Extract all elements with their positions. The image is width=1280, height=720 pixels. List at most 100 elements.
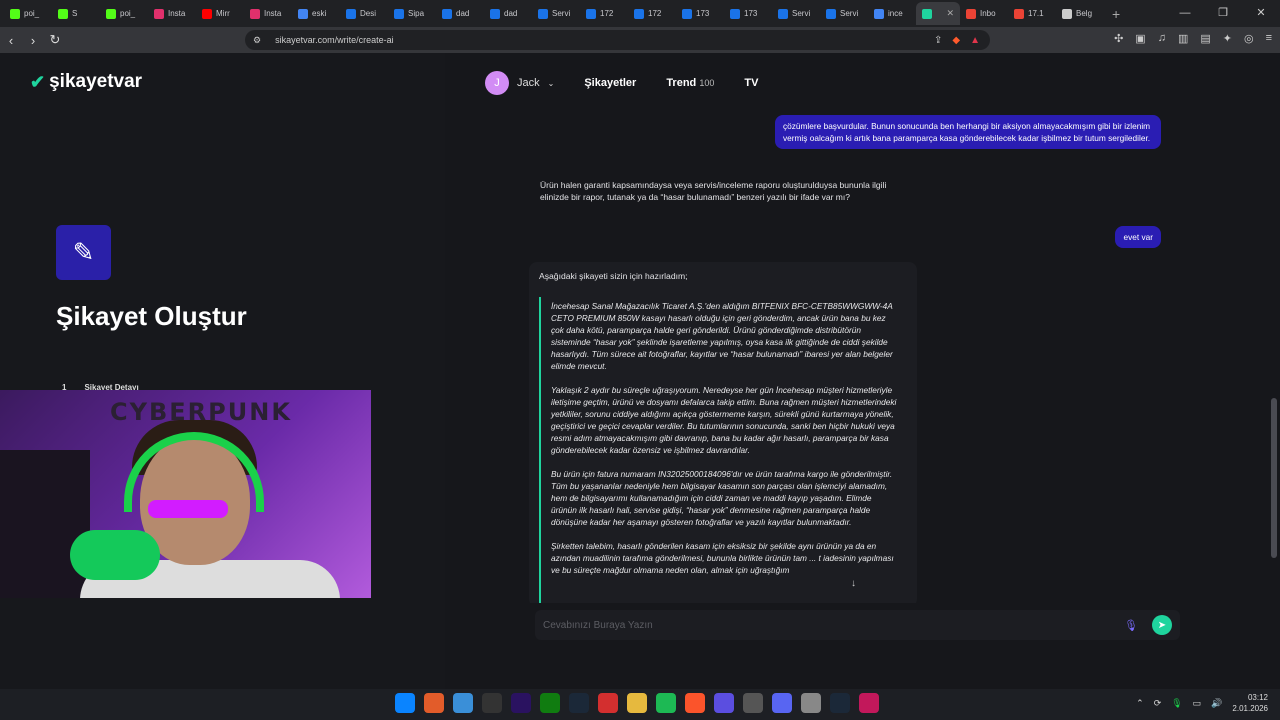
brave-rewards-icon[interactable]: ▲ (970, 35, 980, 46)
browser-tab[interactable]: eski (292, 2, 340, 25)
screenshot-icon[interactable]: ▣ (1135, 32, 1145, 45)
chat-messages: çözümlere başvurdular. Bunun sonucunda b… (445, 113, 1265, 603)
sync-icon[interactable]: ⟳ (1154, 698, 1162, 709)
steam-icon[interactable] (569, 693, 589, 713)
system-tray: ⌃ ⟳ 🎙 ▭ 🔊 03:12 2.01.2026 (1136, 693, 1268, 715)
send-button[interactable]: ➤ (1152, 615, 1172, 635)
minimize-icon[interactable]: — (1166, 0, 1204, 27)
epic-games-icon[interactable] (482, 693, 502, 713)
browser-tab[interactable]: Servi (532, 2, 580, 25)
browser-tab[interactable]: poi_ (4, 2, 52, 25)
back-icon[interactable]: ‹ (0, 33, 22, 48)
leo-ai-icon[interactable]: ✦ (1223, 32, 1232, 45)
nav-trend[interactable]: Trend 100 (666, 77, 714, 89)
browser-tab[interactable]: ince (868, 2, 916, 25)
scroll-down-icon[interactable]: ↓ (851, 578, 856, 589)
tab-favicon-icon (10, 8, 20, 19)
app-icon[interactable] (859, 693, 879, 713)
brave-icon[interactable] (685, 693, 705, 713)
spotify-icon[interactable] (656, 693, 676, 713)
forward-icon[interactable]: › (22, 33, 44, 48)
tab-label: Servi (552, 9, 571, 18)
tab-label: poi_ (24, 9, 40, 18)
microphone-icon[interactable]: 🎙 (1124, 619, 1138, 632)
browser-tab[interactable]: Inbo (960, 2, 1008, 25)
browser-tab[interactable]: ✕ (916, 2, 960, 25)
premiere-pro-icon[interactable] (511, 693, 531, 713)
browser-tab[interactable]: Sipa (388, 2, 436, 25)
windows-start-icon[interactable] (395, 693, 415, 713)
browser-tab[interactable]: 172 (580, 2, 628, 25)
site-info-icon[interactable]: ⚙ (253, 35, 261, 46)
app-icon[interactable] (598, 693, 618, 713)
browser-tab[interactable]: poi_ (100, 2, 148, 25)
user-menu[interactable]: J Jack ⌄ (485, 71, 554, 95)
extensions-icon[interactable]: ✣ (1114, 32, 1123, 45)
menu-icon[interactable]: ≡ (1266, 32, 1272, 45)
wallet-icon[interactable]: ▤ (1200, 32, 1210, 45)
url-text: sikayetvar.com/write/create-ai (275, 35, 394, 45)
reload-icon[interactable]: ↻ (44, 32, 66, 48)
draft-paragraph: İncehesap Sanal Mağazacılık Ticaret A.Ş.… (551, 301, 893, 372)
browser-tab[interactable]: S (52, 2, 100, 25)
browser-tab[interactable]: Servi (772, 2, 820, 25)
site-logo[interactable]: ✔ şikayetvar (30, 71, 142, 93)
browser-tab[interactable]: dad (484, 2, 532, 25)
browser-tab[interactable]: Insta (148, 2, 196, 25)
browser-tab[interactable]: Servi (820, 2, 868, 25)
share-icon[interactable]: ⇪ (934, 35, 942, 46)
tab-favicon-icon (874, 8, 884, 19)
tab-favicon-icon (586, 8, 596, 19)
tab-favicon-icon (922, 8, 932, 19)
maximize-icon[interactable]: ❐ (1204, 0, 1242, 27)
tab-label: Servi (792, 9, 811, 18)
clock[interactable]: 03:12 2.01.2026 (1232, 693, 1268, 715)
browser-tab[interactable]: 173 (676, 2, 724, 25)
brave-shield-icon[interactable]: ◆ (952, 35, 960, 46)
new-tab-icon[interactable]: + (1104, 6, 1128, 22)
discord-alt-icon[interactable] (743, 693, 763, 713)
sidebar-icon[interactable]: ▥ (1178, 32, 1188, 45)
browser-tab[interactable]: 17.1 (1008, 2, 1056, 25)
browser-tab[interactable]: Mirr (196, 2, 244, 25)
tab-label: 172 (648, 9, 662, 18)
app-icon[interactable] (424, 693, 444, 713)
draft-complaint[interactable]: İncehesap Sanal Mağazacılık Ticaret A.Ş.… (539, 297, 907, 603)
steam-icon[interactable] (830, 693, 850, 713)
tab-favicon-icon (442, 8, 452, 19)
browser-tab[interactable]: Belg (1056, 2, 1104, 25)
app-icon[interactable] (714, 693, 734, 713)
nav-trend-label: Trend (666, 77, 697, 89)
tab-label: 173 (696, 9, 710, 18)
tab-close-icon[interactable]: ✕ (946, 8, 954, 19)
scrollbar-thumb[interactable] (1271, 398, 1277, 558)
logo-check-icon: ✔ (30, 71, 46, 92)
tab-label: 172 (600, 9, 614, 18)
browser-tab[interactable]: 173 (724, 2, 772, 25)
tab-favicon-icon (202, 8, 212, 19)
vpn-icon[interactable]: ◎ (1244, 32, 1254, 45)
browser-tab[interactable]: 172 (628, 2, 676, 25)
tab-favicon-icon (106, 8, 116, 19)
microphone-tray-icon[interactable]: 🎙 (1171, 698, 1182, 709)
reply-input[interactable] (543, 619, 1125, 631)
tab-label: dad (456, 9, 470, 18)
file-explorer-icon[interactable] (627, 693, 647, 713)
browser-tab[interactable]: Insta (244, 2, 292, 25)
settings-icon[interactable] (801, 693, 821, 713)
close-icon[interactable]: ✕ (1242, 0, 1280, 27)
network-icon[interactable]: ▭ (1193, 698, 1202, 709)
nav-tv[interactable]: TV (744, 77, 758, 89)
scrollbar[interactable] (1271, 113, 1277, 613)
browser-tab[interactable]: Desi (340, 2, 388, 25)
chevron-up-icon[interactable]: ⌃ (1136, 698, 1144, 709)
nav-complaints[interactable]: Şikayetler (584, 77, 636, 89)
browser-tab[interactable]: dad (436, 2, 484, 25)
volume-icon[interactable]: 🔊 (1211, 698, 1222, 709)
remote-desktop-icon[interactable] (453, 693, 473, 713)
tab-favicon-icon (490, 8, 500, 19)
xbox-icon[interactable] (540, 693, 560, 713)
url-field[interactable]: ⚙ sikayetvar.com/write/create-ai ⇪ ◆ ▲ (245, 30, 990, 50)
discord-icon[interactable] (772, 693, 792, 713)
media-icon[interactable]: ♫ (1158, 32, 1166, 45)
